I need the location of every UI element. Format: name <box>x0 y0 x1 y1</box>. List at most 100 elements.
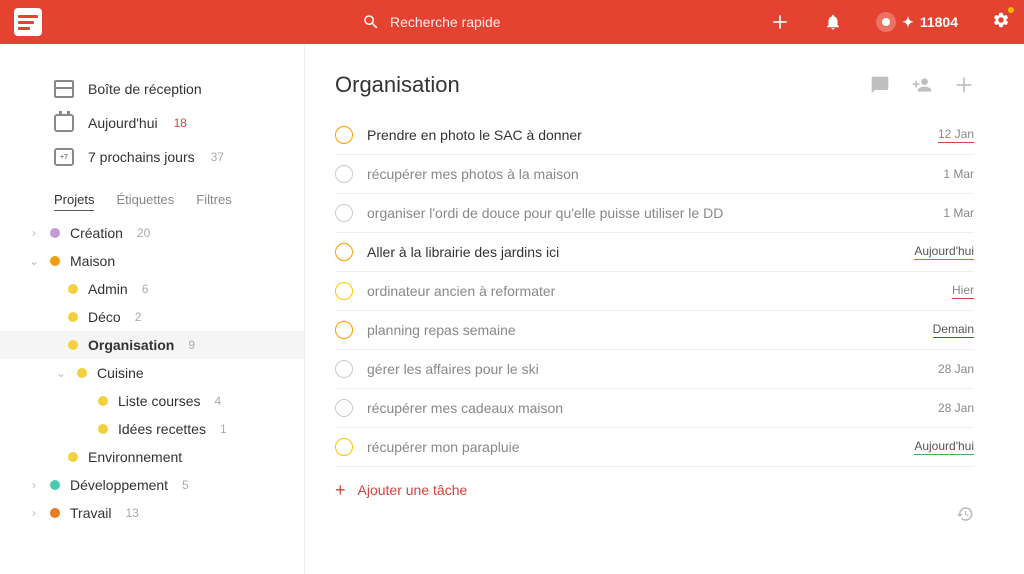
project-name: Travail <box>70 505 112 521</box>
task-title: récupérer mes photos à la maison <box>367 166 929 182</box>
task-checkbox[interactable] <box>335 282 353 300</box>
project-environnement[interactable]: Environnement <box>0 443 304 471</box>
project-name: Admin <box>88 281 128 297</box>
task-checkbox[interactable] <box>335 126 353 144</box>
comments-icon[interactable] <box>870 75 890 95</box>
search-icon <box>362 13 380 31</box>
task-title: gérer les affaires pour le ski <box>367 361 924 377</box>
project-color-dot <box>68 452 78 462</box>
tab-filters[interactable]: Filtres <box>196 192 231 211</box>
task-checkbox[interactable] <box>335 165 353 183</box>
project-count: 2 <box>135 310 142 324</box>
task-title: récupérer mes cadeaux maison <box>367 400 924 416</box>
task-title: récupérer mon parapluie <box>367 439 900 455</box>
project-cuisine[interactable]: ⌄Cuisine <box>0 359 304 387</box>
karma-score[interactable]: ✦ 11804 <box>876 12 958 32</box>
project-name: Maison <box>70 253 115 269</box>
task-date: 1 Mar <box>943 206 974 220</box>
share-icon[interactable] <box>912 75 932 95</box>
add-task-label: Ajouter une tâche <box>358 482 468 498</box>
task-row[interactable]: Aller à la librairie des jardins iciAujo… <box>335 233 974 272</box>
project-list: › Création 20 ⌄ Maison Admin6 Déco 2 Organisatio… <box>0 219 304 527</box>
project-color-dot <box>98 396 108 406</box>
project-color-dot <box>98 424 108 434</box>
task-title: Prendre en photo le SAC à donner <box>367 127 924 143</box>
project-création[interactable]: › Création 20 <box>0 219 304 247</box>
chevron-icon: › <box>28 506 40 520</box>
search-placeholder: Recherche rapide <box>390 14 501 30</box>
project-idées-recettes[interactable]: Idées recettes 1 <box>0 415 304 443</box>
search-input[interactable]: Recherche rapide <box>362 13 501 31</box>
task-date: 1 Mar <box>943 167 974 181</box>
chevron-icon: › <box>28 478 40 492</box>
karma-value: 11804 <box>920 14 958 30</box>
notifications-icon[interactable] <box>824 13 842 31</box>
task-date: Aujourd'hui <box>914 439 974 455</box>
main-actions <box>870 75 974 95</box>
task-list: Prendre en photo le SAC à donner 12 Jan ré… <box>335 116 974 467</box>
sidebar: Boîte de réception Aujourd'hui 18 +7 7 p… <box>0 44 305 574</box>
page-title: Organisation <box>335 72 460 98</box>
task-row[interactable]: récupérer mon parapluie Aujourd'hui <box>335 428 974 467</box>
task-title: planning repas semaine <box>367 322 919 338</box>
project-count: 9 <box>188 338 195 352</box>
task-date: 12 Jan <box>938 127 974 143</box>
project-count: 1 <box>220 422 227 436</box>
task-row[interactable]: ordinateur ancien à reformater Hier <box>335 272 974 311</box>
task-checkbox[interactable] <box>335 243 353 261</box>
task-checkbox[interactable] <box>335 204 353 222</box>
project-count: 5 <box>182 478 189 492</box>
project-name: Création <box>70 225 123 241</box>
project-travail[interactable]: ›Travail13 <box>0 499 304 527</box>
topbar: Recherche rapide ✦ 11804 <box>0 0 1024 44</box>
project-color-dot <box>77 368 87 378</box>
project-admin[interactable]: Admin6 <box>0 275 304 303</box>
task-row[interactable]: récupérer mes cadeaux maison 28 Jan <box>335 389 974 428</box>
add-task-button[interactable]: + Ajouter une tâche <box>335 467 974 513</box>
task-date: Demain <box>933 322 974 338</box>
task-date: Aujourd'hui <box>914 244 974 260</box>
inbox-icon <box>54 80 74 98</box>
task-date: Hier <box>952 283 974 299</box>
project-développement[interactable]: ›Développement5 <box>0 471 304 499</box>
task-title: ordinateur ancien à reformater <box>367 283 938 299</box>
project-color-dot <box>50 480 60 490</box>
task-date: 28 Jan <box>938 362 974 376</box>
tab-labels[interactable]: Étiquettes <box>116 192 174 211</box>
project-name: Liste courses <box>118 393 200 409</box>
task-row[interactable]: organiser l'ordi de douce pour qu'elle p… <box>335 194 974 233</box>
project-maison[interactable]: ⌄ Maison <box>0 247 304 275</box>
project-color-dot <box>68 284 78 294</box>
task-checkbox[interactable] <box>335 399 353 417</box>
chevron-icon: › <box>28 226 40 240</box>
sidebar-inbox[interactable]: Boîte de réception <box>0 72 304 106</box>
activity-icon[interactable] <box>956 505 974 528</box>
tab-projects[interactable]: Projets <box>54 192 94 211</box>
task-row[interactable]: planning repas semaine Demain <box>335 311 974 350</box>
task-row[interactable]: Prendre en photo le SAC à donner 12 Jan <box>335 116 974 155</box>
project-déco[interactable]: Déco 2 <box>0 303 304 331</box>
settings-icon[interactable] <box>992 11 1010 34</box>
karma-icon <box>876 12 896 32</box>
task-checkbox[interactable] <box>335 438 353 456</box>
sidebar-next-7-days[interactable]: +7 7 prochains jours 37 <box>0 140 304 174</box>
task-checkbox[interactable] <box>335 360 353 378</box>
task-date: 28 Jan <box>938 401 974 415</box>
project-color-dot <box>68 312 78 322</box>
sidebar-today[interactable]: Aujourd'hui 18 <box>0 106 304 140</box>
quick-add-icon[interactable] <box>770 12 790 32</box>
week-label: 7 prochains jours <box>88 149 195 165</box>
project-liste-courses[interactable]: Liste courses4 <box>0 387 304 415</box>
task-row[interactable]: récupérer mes photos à la maison 1 Mar <box>335 155 974 194</box>
project-name: Déco <box>88 309 121 325</box>
task-row[interactable]: gérer les affaires pour le ski 28 Jan <box>335 350 974 389</box>
project-count: 20 <box>137 226 150 240</box>
chevron-icon: ⌄ <box>28 254 40 268</box>
task-checkbox[interactable] <box>335 321 353 339</box>
app-logo[interactable] <box>14 8 42 36</box>
more-icon[interactable] <box>954 75 974 95</box>
today-label: Aujourd'hui <box>88 115 158 131</box>
project-name: Idées recettes <box>118 421 206 437</box>
project-color-dot <box>50 508 60 518</box>
project-organisation[interactable]: Organisation9 <box>0 331 304 359</box>
